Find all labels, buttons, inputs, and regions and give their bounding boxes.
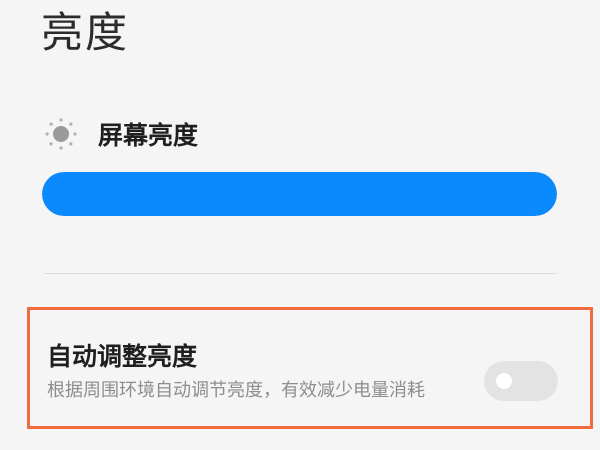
brightness-settings-page: 亮度 屏幕亮度 自动调整亮度 根据周围环境自动调节亮度，有效减少电量消耗	[0, 0, 600, 450]
sun-icon	[45, 118, 77, 150]
page-title: 亮度	[41, 8, 130, 57]
auto-brightness-setting[interactable]: 自动调整亮度 根据周围环境自动调节亮度，有效减少电量消耗	[27, 307, 593, 429]
brightness-slider-fill[interactable]	[42, 172, 557, 216]
section-divider	[44, 273, 557, 274]
screen-brightness-label: 屏幕亮度	[98, 121, 199, 150]
auto-brightness-description: 根据周围环境自动调节亮度，有效减少电量消耗	[47, 380, 425, 401]
auto-brightness-title: 自动调整亮度	[47, 342, 198, 371]
toggle-knob[interactable]	[496, 373, 512, 389]
auto-brightness-toggle[interactable]	[484, 361, 558, 401]
brightness-slider[interactable]	[42, 172, 557, 216]
screen-brightness-header: 屏幕亮度	[44, 112, 198, 156]
